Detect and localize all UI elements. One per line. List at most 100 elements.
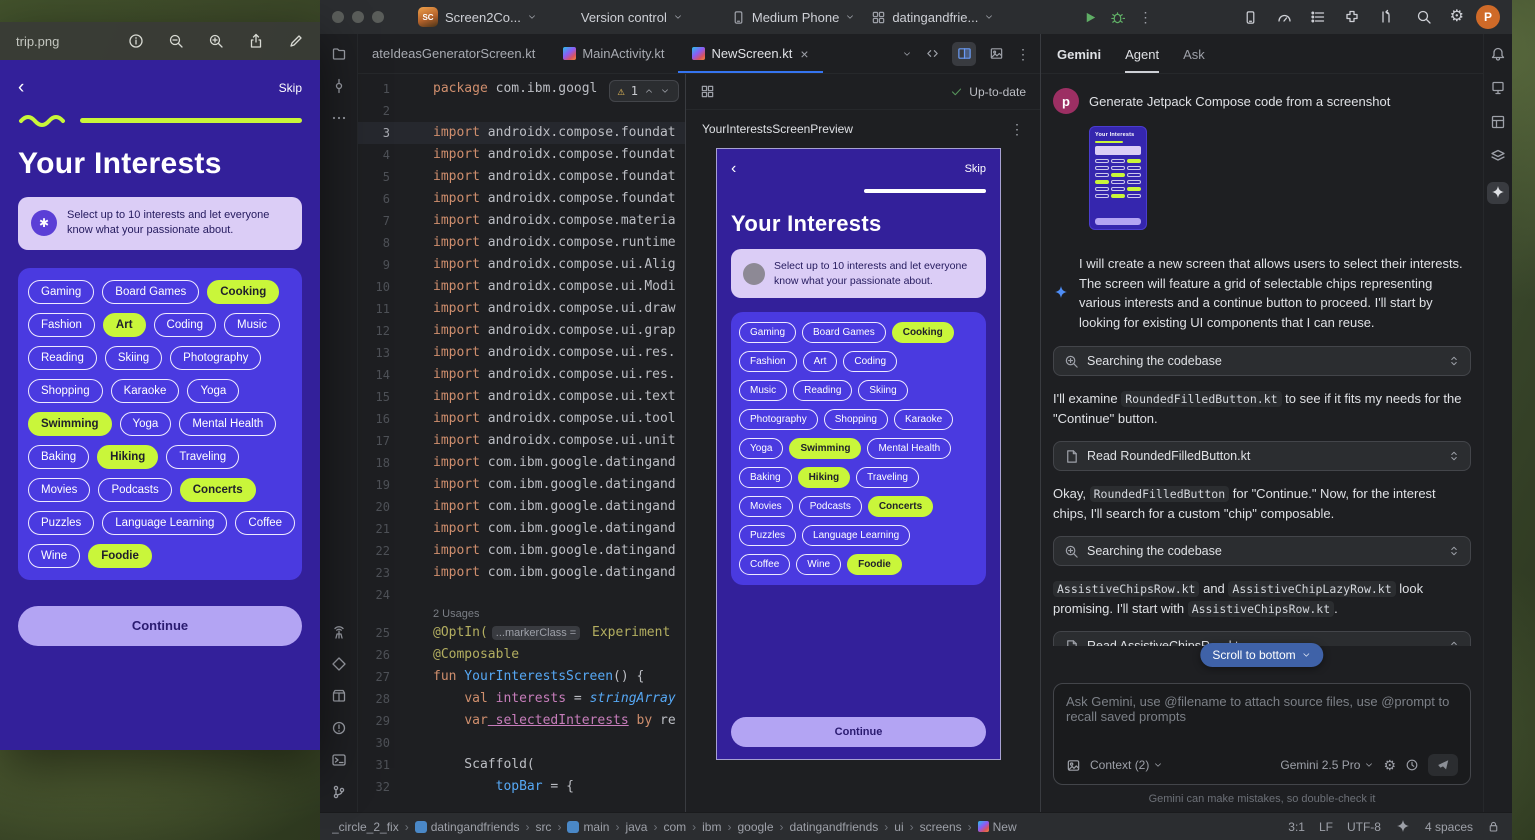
interest-chip-yoga[interactable]: Yoga <box>739 438 783 459</box>
tool-step-card[interactable]: Read RoundedFilledButton.kt <box>1053 441 1471 471</box>
attach-image-icon[interactable] <box>1066 758 1081 773</box>
version-control-icon[interactable] <box>331 784 347 800</box>
todo-list-icon[interactable] <box>1310 9 1326 25</box>
device-selector[interactable]: Medium Phone <box>731 10 855 25</box>
zoom-out-icon[interactable] <box>168 33 184 49</box>
code-editor[interactable]: ⚠ 1 1package com.ibm.googl23import andro… <box>358 74 685 812</box>
breadcrumb-item[interactable]: main <box>567 820 609 834</box>
close-tab-icon[interactable]: × <box>800 46 808 62</box>
debug-button[interactable] <box>1110 10 1125 25</box>
breadcrumb-item[interactable]: com <box>663 820 686 834</box>
caret-position[interactable]: 3:1 <box>1288 820 1305 834</box>
notifications-bell-icon[interactable] <box>1490 46 1506 62</box>
editor-tab[interactable]: ateIdeasGeneratorScreen.kt <box>358 34 549 73</box>
breadcrumb-item[interactable]: screens <box>920 820 962 834</box>
tab-ask[interactable]: Ask <box>1183 47 1205 73</box>
split-view-button[interactable] <box>952 42 976 66</box>
file-encoding[interactable]: UTF-8 <box>1347 820 1381 834</box>
indent-setting[interactable]: 4 spaces <box>1425 820 1473 834</box>
search-everywhere-icon[interactable] <box>1416 9 1432 25</box>
interest-chip-karaoke[interactable]: Karaoke <box>894 409 953 430</box>
unfold-icon[interactable] <box>1448 450 1460 462</box>
interest-chip-baking[interactable]: Baking <box>739 467 792 488</box>
vcs-widget[interactable]: Version control <box>581 10 683 25</box>
tab-list-chevron-icon[interactable] <box>902 49 912 59</box>
interest-chip-foodie[interactable]: Foodie <box>847 554 902 575</box>
interest-chip-board-games[interactable]: Board Games <box>802 322 886 343</box>
next-problem-icon[interactable] <box>660 86 670 96</box>
terminal-icon[interactable] <box>331 752 347 768</box>
breadcrumb-item[interactable]: datingandfriends <box>790 820 879 834</box>
interest-chip-music[interactable]: Music <box>739 380 787 401</box>
unfold-icon[interactable] <box>1448 355 1460 367</box>
layers-icon[interactable] <box>1490 148 1506 164</box>
gemini-spark-icon[interactable] <box>1487 182 1509 204</box>
interest-chip-coffee[interactable]: Coffee <box>739 554 790 575</box>
screenshot-thumbnail[interactable]: Your Interests <box>1089 126 1147 230</box>
interest-chip-mental-health[interactable]: Mental Health <box>867 438 951 459</box>
unfold-icon[interactable] <box>1448 640 1460 646</box>
unfold-icon[interactable] <box>1448 545 1460 557</box>
gemini-input-box[interactable]: Context (2) Gemini 2.5 Pro ⚙ <box>1053 683 1471 785</box>
editor-tab[interactable]: NewScreen.kt× <box>678 34 822 73</box>
device-manager-icon[interactable] <box>331 656 347 672</box>
breadcrumb-item[interactable]: ibm <box>702 820 721 834</box>
profiler-gauge-icon[interactable] <box>1276 9 1292 25</box>
preview-layout-icon[interactable] <box>700 84 715 99</box>
editor-tab[interactable]: MainActivity.kt <box>549 34 678 73</box>
interest-chip-reading[interactable]: Reading <box>793 380 852 401</box>
interest-chip-puzzles[interactable]: Puzzles <box>739 525 796 546</box>
info-icon[interactable] <box>128 33 144 49</box>
interest-chip-traveling[interactable]: Traveling <box>856 467 919 488</box>
design-view-button[interactable] <box>984 42 1008 66</box>
breadcrumb-item[interactable]: ui <box>894 820 903 834</box>
breadcrumb-item[interactable]: datingandfriends <box>415 820 520 834</box>
device-explorer-icon[interactable] <box>1490 80 1506 96</box>
tab-agent[interactable]: Agent <box>1125 47 1159 73</box>
interest-chip-shopping[interactable]: Shopping <box>824 409 888 430</box>
gemini-settings-icon[interactable]: ⚙ <box>1383 758 1396 772</box>
run-configuration-selector[interactable]: datingandfrie... <box>871 10 994 25</box>
breadcrumb-item[interactable]: java <box>625 820 647 834</box>
send-button[interactable] <box>1428 754 1458 776</box>
prev-problem-icon[interactable] <box>644 86 654 96</box>
breadcrumb-item[interactable]: google <box>737 820 773 834</box>
layout-inspector-icon[interactable] <box>1490 114 1506 130</box>
continue-button[interactable]: Continue <box>731 717 986 747</box>
interest-chip-coding[interactable]: Coding <box>843 351 897 372</box>
tool-step-card[interactable]: Searching the codebase <box>1053 536 1471 566</box>
markup-pencil-icon[interactable] <box>288 33 304 49</box>
interest-chip-movies[interactable]: Movies <box>739 496 793 517</box>
editor-more-icon[interactable]: ⋮ <box>1016 47 1030 61</box>
gemini-prompt-input[interactable] <box>1066 694 1458 746</box>
breadcrumb-item[interactable]: New <box>978 820 1017 834</box>
interest-chip-swimming[interactable]: Swimming <box>789 438 861 459</box>
gemini-status-icon[interactable] <box>1395 819 1411 835</box>
share-icon[interactable] <box>248 33 264 49</box>
tool-step-card[interactable]: Searching the codebase <box>1053 346 1471 376</box>
preview-menu-icon[interactable]: ⋮ <box>1010 122 1024 136</box>
window-controls[interactable] <box>332 11 384 23</box>
project-folder-icon[interactable] <box>331 46 347 62</box>
interest-chip-podcasts[interactable]: Podcasts <box>799 496 862 517</box>
interest-chip-gaming[interactable]: Gaming <box>739 322 796 343</box>
interest-chip-cooking[interactable]: Cooking <box>892 322 954 343</box>
device-phone-icon[interactable] <box>1243 10 1258 25</box>
close-window-icon[interactable] <box>332 11 344 23</box>
user-avatar[interactable]: P <box>1476 5 1500 29</box>
build-icon[interactable] <box>331 688 347 704</box>
interest-chip-hiking[interactable]: Hiking <box>798 467 851 488</box>
scroll-to-bottom-button[interactable]: Scroll to bottom <box>1200 643 1323 667</box>
project-selector[interactable]: Screen2Co... <box>445 10 537 25</box>
history-icon[interactable] <box>1405 758 1419 772</box>
breadcrumb-item[interactable]: _circle_2_fix <box>332 820 399 834</box>
interest-chip-wine[interactable]: Wine <box>796 554 841 575</box>
interest-chip-concerts[interactable]: Concerts <box>868 496 933 517</box>
run-button[interactable] <box>1083 10 1098 25</box>
code-view-button[interactable] <box>920 42 944 66</box>
running-devices-icon[interactable] <box>331 624 347 640</box>
zoom-in-icon[interactable] <box>208 33 224 49</box>
model-selector[interactable]: Gemini 2.5 Pro <box>1280 758 1374 772</box>
lock-icon[interactable] <box>1487 820 1500 833</box>
context-selector[interactable]: Context (2) <box>1090 758 1163 772</box>
